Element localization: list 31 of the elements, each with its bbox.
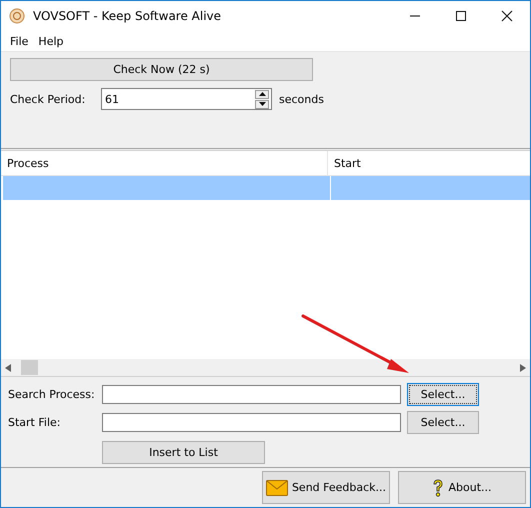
menu-item[interactable]: Help (33, 34, 68, 48)
insert-to-list-button[interactable]: Insert to List (102, 440, 265, 464)
horizontal-scrollbar[interactable] (1, 359, 530, 377)
unit-label: seconds (279, 92, 324, 106)
column-header[interactable]: Start (328, 151, 530, 175)
spin-down-button[interactable] (255, 100, 269, 108)
select-button[interactable]: Select... (407, 410, 479, 434)
column-header[interactable]: Process (1, 151, 328, 175)
field-label: Check Period: (10, 92, 86, 106)
maximize-icon (455, 10, 467, 22)
scroll-right-icon (520, 364, 526, 372)
scrollbar-thumb[interactable] (21, 360, 38, 375)
about-button[interactable]: About... (398, 471, 526, 504)
search-process-field[interactable] (102, 384, 401, 404)
app-icon (9, 8, 25, 24)
send-feedback-button[interactable]: Send Feedback... (262, 471, 390, 504)
question-mark-icon (432, 478, 444, 496)
number-field[interactable]: 61 (101, 88, 272, 110)
field-label: Start File: (8, 416, 62, 428)
check-now-button[interactable]: Check Now (22 s) (10, 58, 313, 81)
spin-up-button[interactable] (255, 90, 269, 98)
select-button[interactable]: Select... (407, 382, 479, 406)
menu-item[interactable]: File (5, 34, 34, 48)
down-arrow-icon (258, 102, 266, 106)
field-label: Search Process: (8, 388, 96, 400)
up-arrow-icon (258, 92, 266, 96)
scroll-left-icon (5, 364, 11, 372)
start-file-field[interactable] (102, 412, 401, 432)
envelope-icon (266, 480, 288, 496)
window-title: VOVSOFT - Keep Software Alive (33, 9, 222, 23)
close-icon (501, 10, 513, 22)
